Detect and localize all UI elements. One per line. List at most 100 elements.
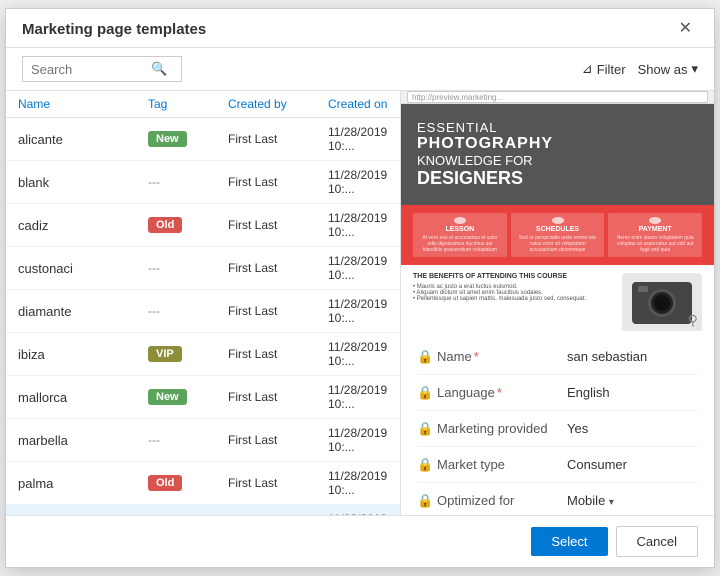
preview-card-payment: PAYMENT Nemo enim ipsam voluptatem quia … (608, 213, 702, 257)
row-name: alicante (18, 132, 148, 147)
tag-empty: --- (148, 261, 160, 275)
prop-label: Marketing provided (437, 421, 567, 436)
camera-flash (638, 286, 648, 292)
prop-label: Optimized for (437, 493, 567, 508)
dialog-body: Name Tag Created by Created on alicante … (6, 91, 714, 515)
row-tag: VIP (148, 346, 228, 362)
table-row[interactable]: blank --- First Last 11/28/2019 10:... (6, 161, 400, 204)
table-row[interactable]: alicante New First Last 11/28/2019 10:..… (6, 118, 400, 161)
cancel-button[interactable]: Cancel (616, 526, 698, 557)
hero-text: ESSENTIAL PHOTOGRAPHY KNOWLEDGE FOR DESI… (417, 120, 553, 189)
row-created-on: 11/28/2019 10:... (328, 340, 388, 368)
row-tag: Old (148, 217, 228, 233)
dialog-toolbar: 🔍 ⊿ Filter Show as ▾ (6, 48, 714, 91)
filter-label: Filter (597, 62, 626, 77)
row-created-by: First Last (228, 390, 328, 404)
col-header-tag[interactable]: Tag (148, 97, 228, 111)
url-bar: http://preview.marketing... (407, 91, 708, 103)
camera-preview: ⚲ (622, 273, 702, 331)
table-row[interactable]: custonaci --- First Last 11/28/2019 10:.… (6, 247, 400, 290)
lesson-icon (454, 217, 466, 224)
hero-line2: PHOTOGRAPHY (417, 135, 553, 153)
marketing-templates-dialog: Marketing page templates ✕ 🔍 ⊿ Filter Sh… (5, 8, 715, 568)
table-row[interactable]: ibiza VIP First Last 11/28/2019 10:... (6, 333, 400, 376)
row-name: mallorca (18, 390, 148, 405)
lock-icon: 🔒 (417, 349, 437, 365)
chevron-down-icon: ▾ (609, 497, 614, 508)
row-tag: --- (148, 175, 228, 189)
benefits-title: THE BENEFITS OF ATTENDING THIS COURSE (413, 273, 614, 280)
row-created-by: First Last (228, 433, 328, 447)
table-row[interactable]: marbella --- First Last 11/28/2019 10:..… (6, 419, 400, 462)
prop-value: san sebastian (567, 349, 698, 364)
tag-empty: --- (148, 304, 160, 318)
row-created-on: 11/28/2019 10:... (328, 254, 388, 282)
prop-label: Language* (437, 385, 567, 400)
row-created-by: First Last (228, 132, 328, 146)
row-created-by: First Last (228, 304, 328, 318)
preview-bottom: THE BENEFITS OF ATTENDING THIS COURSE • … (401, 265, 714, 331)
show-as-button[interactable]: Show as ▾ (638, 61, 698, 77)
search-input[interactable] (31, 62, 151, 77)
select-button[interactable]: Select (531, 527, 607, 556)
property-row: 🔒 Optimized for Mobile ▾ (417, 483, 698, 515)
row-tag: --- (148, 433, 228, 447)
left-panel: Name Tag Created by Created on alicante … (6, 91, 401, 515)
table-body: alicante New First Last 11/28/2019 10:..… (6, 118, 400, 515)
row-created-by: First Last (228, 476, 328, 490)
row-created-on: 11/28/2019 10:... (328, 125, 388, 153)
table-row[interactable]: cadiz Old First Last 11/28/2019 10:... (6, 204, 400, 247)
prop-label: Name* (437, 349, 567, 364)
hero-line1: ESSENTIAL (417, 120, 553, 135)
show-as-label: Show as (638, 62, 688, 77)
property-row: 🔒 Marketing provided Yes (417, 411, 698, 447)
tag-badge: New (148, 389, 187, 405)
search-icon[interactable]: 🔍 (151, 61, 167, 77)
close-button[interactable]: ✕ (673, 19, 698, 39)
row-created-by: First Last (228, 218, 328, 232)
row-created-by: First Last (228, 175, 328, 189)
row-name: marbella (18, 433, 148, 448)
row-tag: Old (148, 475, 228, 491)
row-name: cadiz (18, 218, 148, 233)
preview-hero: ESSENTIAL PHOTOGRAPHY KNOWLEDGE FOR DESI… (401, 104, 714, 205)
chevron-down-icon: ▾ (691, 61, 698, 77)
right-panel: http://preview.marketing... ESSENTIAL PH… (401, 91, 714, 515)
preview-content: http://preview.marketing... ESSENTIAL PH… (401, 91, 714, 331)
tag-empty: --- (148, 175, 160, 189)
tag-badge: VIP (148, 346, 182, 362)
row-name: diamante (18, 304, 148, 319)
benefits-text: • Mauris ac justo a erat luctus euismod.… (413, 284, 614, 302)
row-name: ibiza (18, 347, 148, 362)
dialog-title: Marketing page templates (22, 21, 206, 38)
filter-button[interactable]: ⊿ Filter (582, 61, 626, 77)
property-row: 🔒 Name* san sebastian (417, 339, 698, 375)
search-box: 🔍 (22, 56, 182, 82)
table-row[interactable]: palma Old First Last 11/28/2019 10:... (6, 462, 400, 505)
properties-panel: 🔒 Name* san sebastian 🔒 Language* Englis… (401, 331, 714, 515)
row-tag: --- (148, 261, 228, 275)
camera-lens-inner (654, 295, 670, 311)
table-header: Name Tag Created by Created on (6, 91, 400, 118)
lock-icon: 🔒 (417, 385, 437, 401)
tag-badge: Old (148, 217, 182, 233)
preview-card-schedules: SCHEDULES Sed ut perspiciatis unde omnis… (511, 213, 605, 257)
table-row[interactable]: diamante --- First Last 11/28/2019 10:..… (6, 290, 400, 333)
prop-label: Market type (437, 457, 567, 472)
url-text: http://preview.marketing... (412, 93, 503, 102)
col-header-created-by[interactable]: Created by (228, 97, 328, 111)
table-row[interactable]: mallorca New First Last 11/28/2019 10:..… (6, 376, 400, 419)
row-created-on: 11/28/2019 10:... (328, 211, 388, 239)
row-created-by: First Last (228, 261, 328, 275)
tag-badge: New (148, 131, 187, 147)
prop-value: Consumer (567, 457, 698, 472)
preview-top-bar: http://preview.marketing... (401, 91, 714, 104)
dialog-footer: Select Cancel (6, 515, 714, 567)
required-marker: * (474, 349, 479, 364)
prop-value: Yes (567, 421, 698, 436)
dialog-header: Marketing page templates ✕ (6, 9, 714, 48)
row-created-on: 11/28/2019 10:... (328, 383, 388, 411)
table-row[interactable]: san sebastian VIP First Last 11/28/2019 … (6, 505, 400, 515)
col-header-name[interactable]: Name (18, 97, 148, 111)
col-header-created-on[interactable]: Created on (328, 97, 388, 111)
